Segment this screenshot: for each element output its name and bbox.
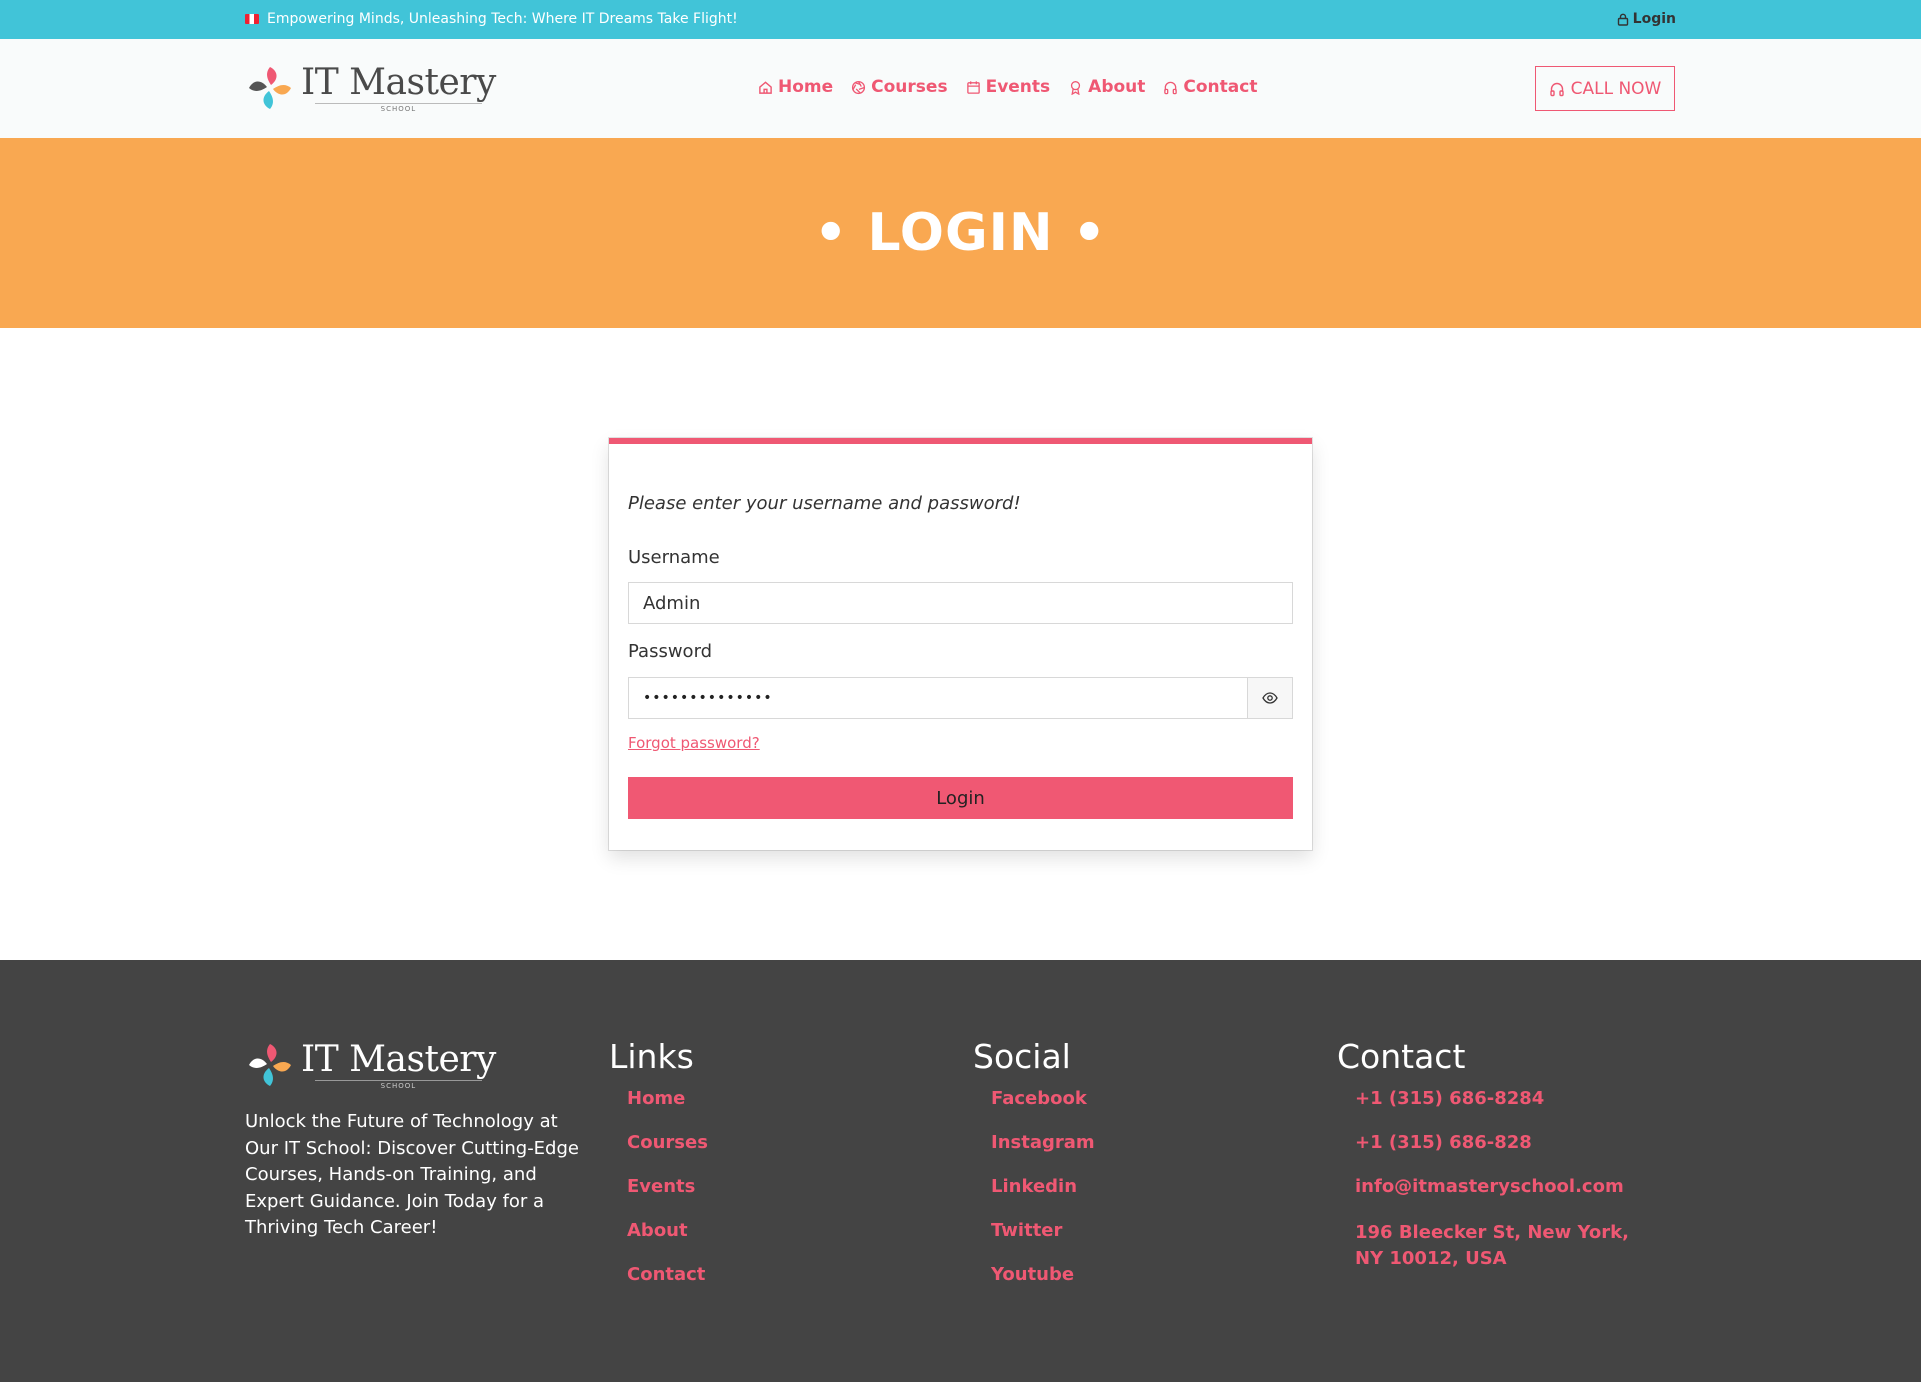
top-bar: Empowering Minds, Unleashing Tech: Where… xyxy=(0,0,1921,39)
eye-icon xyxy=(1262,692,1278,704)
footer-link-contact[interactable]: Contact xyxy=(627,1264,708,1286)
main-nav: Home Courses Events About Contact xyxy=(758,77,1257,97)
call-now-label: CALL NOW xyxy=(1570,78,1662,99)
footer-social-instagram[interactable]: Instagram xyxy=(991,1132,1095,1154)
footer-logo-subtitle: SCHOOL xyxy=(315,1080,482,1090)
nav-courses-label: Courses xyxy=(871,77,948,97)
footer-contact-phone-1[interactable]: +1 (315) 686-8284 xyxy=(1355,1088,1645,1110)
footer-contact-column: Contact +1 (315) 686-8284 +1 (315) 686-8… xyxy=(1337,1037,1645,1294)
footer-contact-email[interactable]: info@itmasteryschool.com xyxy=(1355,1176,1645,1198)
nav-events-label: Events xyxy=(985,77,1051,97)
site-footer: IT Mastery SCHOOL Unlock the Future of T… xyxy=(0,960,1921,1382)
logo-mark-icon xyxy=(249,67,291,109)
nav-about[interactable]: About xyxy=(1068,77,1145,97)
nav-about-label: About xyxy=(1088,77,1146,97)
footer-link-home[interactable]: Home xyxy=(627,1088,708,1110)
headphones-icon xyxy=(1549,82,1564,96)
footer-social-heading: Social xyxy=(973,1037,1071,1076)
flag-icon xyxy=(245,14,259,24)
footer-contact-address: 196 Bleecker St, New York, NY 10012, USA xyxy=(1355,1222,1629,1269)
username-input[interactable]: Admin xyxy=(628,582,1293,624)
footer-link-about[interactable]: About xyxy=(627,1220,708,1242)
call-now-button[interactable]: CALL NOW xyxy=(1535,66,1675,111)
award-icon xyxy=(1071,80,1081,95)
footer-social-linkedin[interactable]: Linkedin xyxy=(991,1176,1095,1198)
login-button[interactable]: Login xyxy=(628,777,1293,819)
footer-links-heading: Links xyxy=(609,1037,694,1076)
logo-subtitle: SCHOOL xyxy=(315,103,482,113)
password-input[interactable]: •••••••••••••• xyxy=(629,678,1247,718)
footer-links-column: Links Home Courses Events About Contact xyxy=(609,1037,708,1308)
footer-link-courses[interactable]: Courses xyxy=(627,1132,708,1154)
page-banner: • LOGIN • xyxy=(0,138,1921,328)
footer-logo[interactable]: IT Mastery SCHOOL xyxy=(245,1040,496,1090)
footer-social-twitter[interactable]: Twitter xyxy=(991,1220,1095,1242)
login-card: Please enter your username and password!… xyxy=(609,438,1312,850)
footer-social-youtube[interactable]: Youtube xyxy=(991,1264,1095,1286)
username-label: Username xyxy=(628,547,720,568)
top-login-label: Login xyxy=(1632,11,1676,27)
tagline-text: Empowering Minds, Unleashing Tech: Where… xyxy=(267,11,738,27)
show-password-button[interactable] xyxy=(1247,678,1292,718)
footer-logo-title: IT Mastery xyxy=(301,1039,496,1080)
page-title: • LOGIN • xyxy=(814,203,1107,263)
nav-home-label: Home xyxy=(778,77,834,97)
footer-contact-phone-2[interactable]: +1 (315) 686-828 xyxy=(1355,1132,1645,1154)
footer-about-text: Unlock the Future of Technology at Our I… xyxy=(245,1111,579,1238)
footer-link-events[interactable]: Events xyxy=(627,1176,708,1198)
logo-mark-icon xyxy=(249,1044,291,1086)
nav-contact[interactable]: Contact xyxy=(1163,77,1257,97)
nav-contact-label: Contact xyxy=(1183,77,1258,97)
nav-events[interactable]: Events xyxy=(966,77,1051,97)
top-login-link[interactable]: Login xyxy=(1617,11,1676,27)
password-group: •••••••••••••• xyxy=(628,677,1293,719)
login-prompt: Please enter your username and password! xyxy=(628,493,1021,514)
nav-courses[interactable]: Courses xyxy=(851,77,948,97)
home-icon xyxy=(759,80,772,94)
footer-social-facebook[interactable]: Facebook xyxy=(991,1088,1095,1110)
nav-home[interactable]: Home xyxy=(758,77,833,97)
logo-title: IT Mastery xyxy=(301,62,496,103)
site-logo[interactable]: IT Mastery SCHOOL xyxy=(245,63,496,113)
tagline: Empowering Minds, Unleashing Tech: Where… xyxy=(245,11,738,27)
calendar-icon xyxy=(966,80,980,94)
footer-contact-heading: Contact xyxy=(1337,1037,1466,1076)
site-header: IT Mastery SCHOOL Home Courses Events Ab… xyxy=(0,39,1921,138)
headphones-icon xyxy=(1164,81,1178,94)
footer-social-column: Social Facebook Instagram Linkedin Twitt… xyxy=(973,1037,1095,1308)
aperture-icon xyxy=(852,80,866,94)
forgot-password-link[interactable]: Forgot password? xyxy=(628,734,760,752)
password-label: Password xyxy=(628,641,713,662)
lock-icon xyxy=(1617,13,1628,26)
